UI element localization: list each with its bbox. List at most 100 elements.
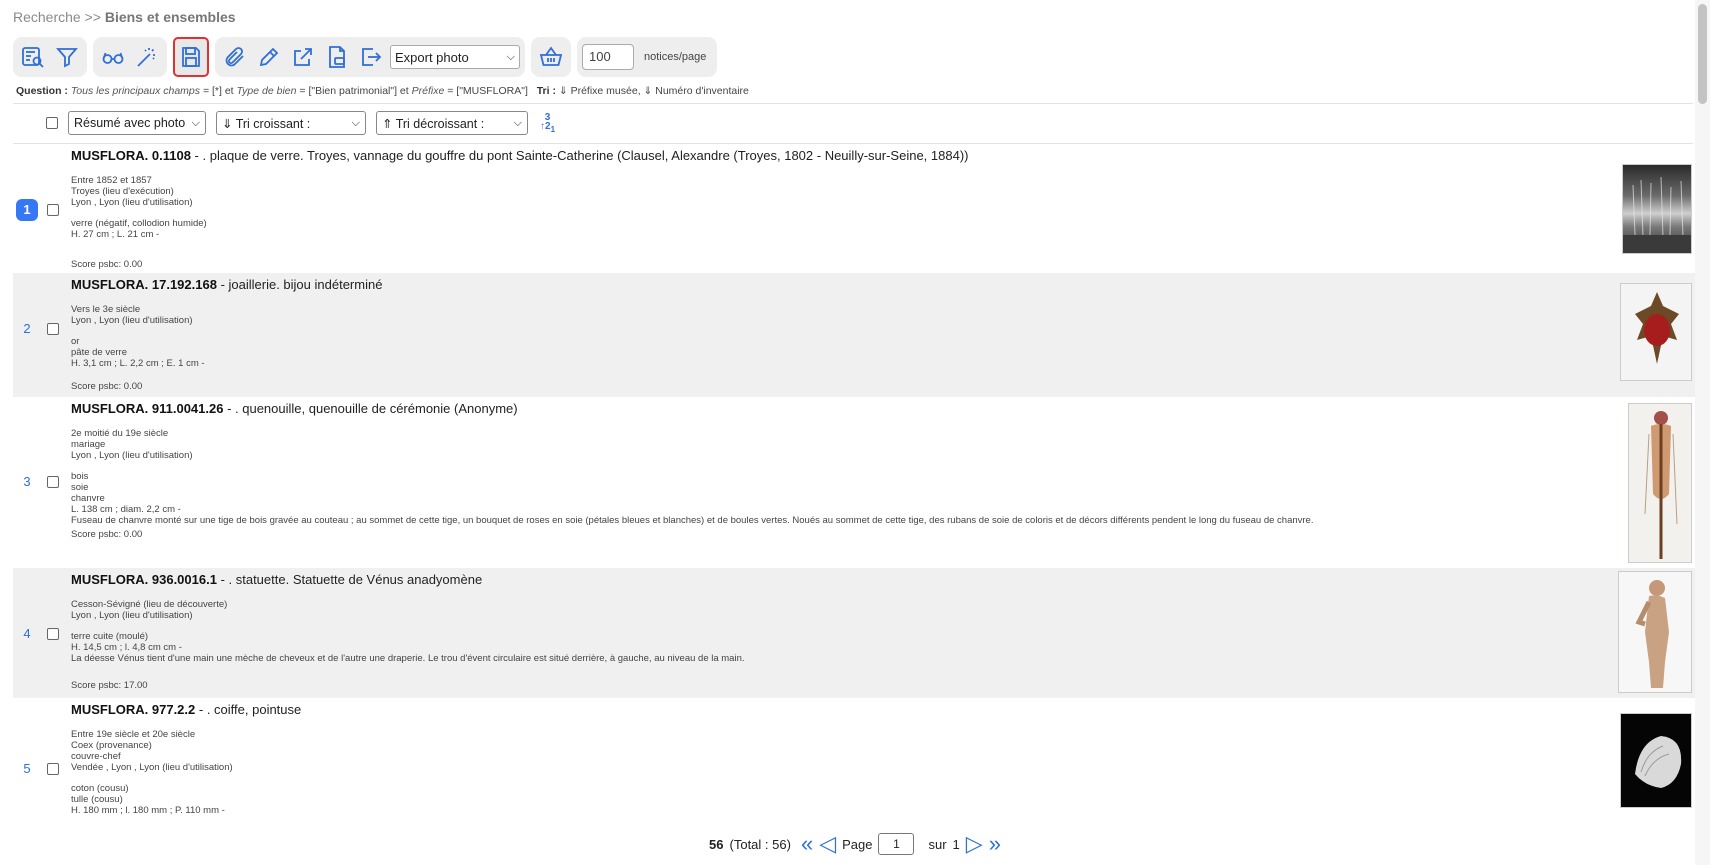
record-description: Fuseau de chanvre monté sur une tige de …: [71, 515, 1314, 526]
record-thumbnail[interactable]: [1620, 283, 1692, 381]
filter-button[interactable]: [52, 41, 82, 73]
result-total: (Total : 56): [729, 836, 791, 852]
divider: [13, 103, 1693, 104]
attach-button[interactable]: [220, 41, 250, 73]
edit-button[interactable]: [254, 41, 284, 73]
list-search-button[interactable]: [18, 41, 48, 73]
vertical-scrollbar[interactable]: [1695, 0, 1710, 865]
record-line: Lyon , Lyon (lieu d'utilisation): [71, 610, 193, 621]
external-link-icon: [294, 48, 312, 66]
query-value-2: = ["Bien patrimonial"] et: [299, 85, 409, 97]
record-line: soie: [71, 482, 89, 493]
record-title-text: - . statuette. Statuette de Vénus anadyo…: [216, 572, 483, 587]
record-title-text: - . quenouille, quenouille de cérémonie …: [223, 401, 518, 416]
table-row[interactable]: 5 MUSFLORA. 977.2.2 - . coiffe, pointuse…: [13, 698, 1696, 838]
select-all-checkbox[interactable]: [46, 117, 58, 129]
record-thumbnail[interactable]: [1620, 713, 1692, 808]
record-line: Vers le 3e siècle: [71, 304, 141, 315]
row-number[interactable]: 2: [16, 318, 38, 340]
record-line: verre (négatif, collodion humide): [71, 218, 207, 229]
magic-wand-button[interactable]: [132, 41, 162, 73]
filter-icon: [56, 48, 78, 68]
record-line: chanvre: [71, 493, 105, 504]
save-icon: [182, 47, 200, 67]
paperclip-icon: [225, 47, 244, 67]
record-details: MUSFLORA. 17.192.168 - joaillerie. bijou…: [71, 277, 1606, 369]
sort-label: Tri :: [536, 85, 556, 97]
row-number[interactable]: 1: [16, 199, 38, 221]
record-details: MUSFLORA. 977.2.2 - . coiffe, pointuse E…: [71, 702, 1606, 816]
record-line: terre cuite (moulé): [71, 631, 149, 642]
record-line: Entre 19e siècle et 20e siècle: [71, 729, 196, 740]
sort-ascending-select[interactable]: ⇓ Tri croissant : ⌵: [216, 111, 366, 135]
row-checkbox[interactable]: [47, 628, 59, 640]
query-value-3: = ["MUSFLORA"]: [447, 85, 528, 97]
sort-descending-select[interactable]: ⇑ Tri décroissant : ⌵: [376, 111, 528, 135]
perpage-input[interactable]: 100: [582, 44, 634, 70]
row-checkbox[interactable]: [47, 204, 59, 216]
pagination: 56 (Total : 56) « ◁ Page 1 sur 1 ▷ »: [0, 833, 1710, 855]
pdf-button[interactable]: [322, 41, 352, 73]
record-line: Lyon , Lyon (lieu d'utilisation): [71, 197, 193, 208]
first-page-icon[interactable]: «: [801, 833, 813, 855]
record-thumbnail[interactable]: [1622, 164, 1692, 254]
last-page-icon[interactable]: »: [989, 833, 1001, 855]
record-title[interactable]: MUSFLORA. 17.192.168 - joaillerie. bijou…: [71, 277, 1606, 292]
record-line: H. 14,5 cm ; l. 4,8 cm cm -: [71, 642, 182, 653]
record-details: MUSFLORA. 936.0016.1 - . statuette. Stat…: [71, 572, 1606, 664]
table-row[interactable]: 2 MUSFLORA. 17.192.168 - joaillerie. bij…: [13, 273, 1696, 397]
export-icon: [362, 48, 382, 66]
row-number[interactable]: 3: [16, 471, 38, 493]
photo-thumbnail-image: [1635, 736, 1682, 788]
page-number-input[interactable]: 1: [878, 833, 915, 855]
toolbar-group-view: [93, 37, 167, 77]
row-checkbox[interactable]: [47, 763, 59, 775]
perpage-label: notices/page: [644, 51, 707, 63]
previous-page-icon[interactable]: ◁: [819, 833, 836, 855]
record-score: Score psbc: 0.00: [71, 259, 143, 270]
row-number[interactable]: 4: [16, 623, 38, 645]
breadcrumb-root[interactable]: Recherche: [13, 9, 81, 25]
table-row[interactable]: 3 MUSFLORA. 911.0041.26 - . quenouille, …: [13, 397, 1696, 568]
query-field-1: Tous les principaux champs: [70, 85, 201, 97]
record-title[interactable]: MUSFLORA. 977.2.2 - . coiffe, pointuse: [71, 702, 1606, 717]
query-field-3: Préfixe: [411, 85, 445, 97]
save-button[interactable]: [173, 37, 209, 77]
basket-button[interactable]: [536, 41, 566, 73]
record-line: coton (cousu): [71, 783, 129, 794]
view-mode-select[interactable]: Résumé avec photo ⌵: [68, 111, 206, 135]
page-of-label: sur: [928, 836, 947, 852]
record-score: Score psbc: 0.00: [71, 381, 143, 392]
sort-descending-value: ⇑ Tri décroissant :: [382, 116, 485, 131]
toolbar-group-perpage: 100 notices/page: [577, 37, 718, 77]
record-line: Coex (provenance): [71, 740, 152, 751]
reverse-sort-icon[interactable]: 3 ↑21: [540, 112, 555, 134]
chevron-down-icon: ⌵: [191, 116, 200, 129]
photo-thumbnail-image: [1635, 292, 1679, 364]
record-line: Lyon , Lyon (lieu d'utilisation): [71, 315, 193, 326]
record-thumbnail[interactable]: [1618, 571, 1692, 693]
next-page-icon[interactable]: ▷: [966, 833, 983, 855]
table-row[interactable]: 4 MUSFLORA. 936.0016.1 - . statuette. St…: [13, 568, 1696, 698]
record-title[interactable]: MUSFLORA. 911.0041.26 - . quenouille, qu…: [71, 401, 1606, 416]
record-id: MUSFLORA. 977.2.2: [71, 702, 196, 717]
query-field-2: Type de bien: [236, 85, 297, 97]
scrollbar-thumb[interactable]: [1698, 4, 1707, 104]
open-external-button[interactable]: [288, 41, 318, 73]
chevron-down-icon: ⌵: [351, 116, 360, 129]
export-format-select[interactable]: Export photo ⌵: [390, 45, 520, 69]
export-button[interactable]: [356, 41, 386, 73]
record-line: pâte de verre: [71, 347, 127, 358]
table-row[interactable]: 1 MUSFLORA. 0.1108 - . plaque de verre. …: [13, 144, 1696, 273]
row-checkbox[interactable]: [47, 323, 59, 335]
record-title[interactable]: MUSFLORA. 0.1108 - . plaque de verre. Tr…: [71, 148, 1606, 163]
pencil-icon: [259, 47, 279, 67]
row-checkbox[interactable]: [47, 476, 59, 488]
record-thumbnail[interactable]: [1628, 403, 1692, 563]
record-title[interactable]: MUSFLORA. 936.0016.1 - . statuette. Stat…: [71, 572, 1606, 587]
record-id: MUSFLORA. 17.192.168: [71, 277, 217, 292]
list-search-icon: [22, 47, 44, 68]
row-number[interactable]: 5: [16, 758, 38, 780]
query-value-1: = [*] et: [202, 85, 234, 97]
glasses-button[interactable]: [98, 41, 128, 73]
